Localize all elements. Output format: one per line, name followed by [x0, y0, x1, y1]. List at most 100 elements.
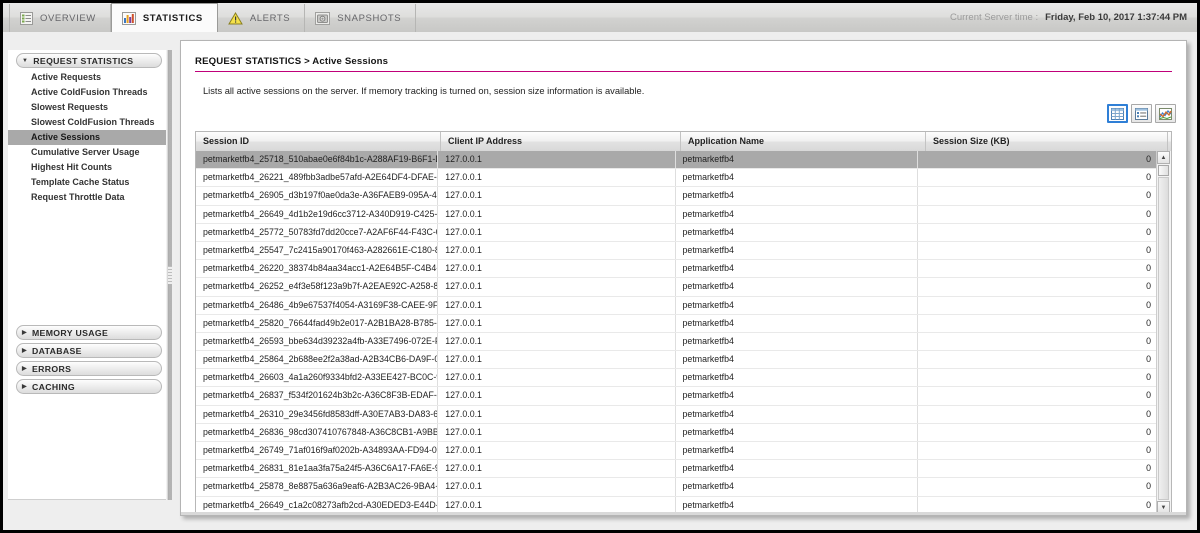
list-report-icon — [20, 11, 33, 25]
table-row[interactable]: petmarketfb4_26252_e4f3e58f123a9b7f-A2EA… — [196, 278, 1157, 297]
cell-application-name: petmarketfb4 — [676, 205, 918, 223]
cell-session-size: 0 — [1146, 190, 1152, 201]
cell-application-name: petmarketfb4 — [676, 332, 918, 351]
breadcrumb: REQUEST STATISTICS > Active Sessions — [195, 56, 1172, 72]
sidebar-item-cumulative-server-usage[interactable]: Cumulative Server Usage — [8, 145, 166, 160]
sidebar-section-errors[interactable]: ▶ ERRORS — [16, 361, 162, 376]
cell-session-id: petmarketfb4_26831_81e1aa3fa75a24f5-A36C… — [196, 460, 439, 478]
table-row[interactable]: petmarketfb4_26310_29e3456fd8583dff-A30E… — [196, 405, 1157, 424]
column-header-session-id[interactable]: Session ID — [196, 132, 441, 151]
table-row[interactable]: petmarketfb4_26837_f534f201624b3b2c-A36C… — [196, 387, 1157, 406]
cell-client-ip-address: 127.0.0.1 — [438, 442, 676, 460]
table-row[interactable]: petmarketfb4_25772_50783fd7dd20cce7-A2AF… — [196, 223, 1157, 242]
grid-view-button[interactable] — [1107, 104, 1128, 123]
cell-application-name: petmarketfb4 — [676, 442, 918, 460]
cell-session-size: 0 — [1146, 172, 1152, 183]
column-header-session-size[interactable]: Session Size (KB) — [926, 132, 1168, 151]
tab-overview[interactable]: OVERVIEW — [9, 4, 111, 32]
cell-session-size: 0 — [1146, 154, 1152, 164]
list-view-button[interactable] — [1131, 104, 1152, 123]
chevron-right-icon: ▶ — [22, 383, 27, 390]
main-tab-bar: OVERVIEW STATISTICS ALERTS SNAPSHOTS Cur… — [3, 3, 1197, 33]
table-row[interactable]: petmarketfb4_25820_76644fad49b2e017-A2B1… — [196, 314, 1157, 333]
cell-session-size: 0 — [1146, 244, 1152, 255]
column-header-client-ip-address[interactable]: Client IP Address — [441, 132, 681, 151]
cell-application-name: petmarketfb4 — [676, 369, 918, 387]
table-row[interactable]: petmarketfb4_26221_489fbb3adbe57afd-A2E6… — [196, 169, 1157, 188]
sidebar-item-slowest-requests[interactable]: Slowest Requests — [8, 100, 166, 115]
table-row[interactable]: petmarketfb4_26905_d3b197f0ae0da3e-A36FA… — [196, 187, 1157, 206]
cell-session-size: 0 — [1146, 426, 1152, 437]
table-row[interactable]: petmarketfb4_26593_bbe634d39232a4fb-A33E… — [196, 332, 1157, 352]
sidebar-item-highest-hit-counts[interactable]: Highest Hit Counts — [8, 160, 166, 175]
cell-session-id: petmarketfb4_26486_4b9e67537f4054-A3169F… — [196, 296, 439, 314]
cell-application-name: petmarketfb4 — [676, 351, 918, 369]
cell-session-size: 0 — [1146, 390, 1152, 401]
table-row[interactable]: petmarketfb4_26220_38374b84aa34acc1-A2E6… — [196, 260, 1157, 279]
table-row[interactable]: petmarketfb4_26749_71af016f9af0202b-A348… — [196, 442, 1157, 461]
tab-alerts[interactable]: ALERTS — [218, 4, 306, 32]
list-icon — [1135, 107, 1148, 120]
tab-statistics[interactable]: STATISTICS — [110, 3, 218, 32]
sidebar-section-request-statistics[interactable]: ▼ REQUEST STATISTICS — [16, 53, 162, 68]
column-header-application-name[interactable]: Application Name — [681, 132, 926, 151]
sidebar-item-template-cache-status[interactable]: Template Cache Status — [8, 175, 166, 190]
cell-client-ip-address: 127.0.0.1 — [438, 151, 676, 169]
chevron-down-icon: ▼ — [22, 57, 29, 64]
table-row[interactable]: petmarketfb4_25864_2b688ee2f2a38ad-A2B34… — [196, 351, 1157, 370]
sidebar-section-title: REQUEST STATISTICS — [33, 55, 134, 66]
table-vertical-scrollbar[interactable]: ▲ ▼ — [1156, 151, 1171, 514]
server-time: Current Server time : Friday, Feb 10, 20… — [950, 3, 1187, 31]
table-row[interactable]: petmarketfb4_25718_510abae0e6f84b1c-A288… — [196, 151, 1157, 170]
cell-application-name: petmarketfb4 — [676, 260, 918, 278]
cell-application-name: petmarketfb4 — [676, 169, 918, 187]
table-row[interactable]: petmarketfb4_26603_4a1a260f9334bfd2-A33E… — [196, 369, 1157, 388]
cell-client-ip-address: 127.0.0.1 — [438, 332, 676, 351]
sidebar-section-database[interactable]: ▶ DATABASE — [16, 343, 162, 358]
cell-client-ip-address: 127.0.0.1 — [438, 223, 676, 241]
cell-session-size: 0 — [1146, 226, 1152, 237]
chart-view-button[interactable] — [1155, 104, 1176, 123]
table-row[interactable]: petmarketfb4_25878_8e8875a636a9eaf6-A2B3… — [196, 478, 1157, 497]
sidebar-splitter[interactable] — [166, 50, 175, 500]
table-body: petmarketfb4_25718_510abae0e6f84b1c-A288… — [196, 151, 1157, 514]
scroll-up-arrow-icon[interactable]: ▲ — [1157, 151, 1170, 164]
cell-session-size: 0 — [1146, 354, 1152, 365]
sidebar-item-request-throttle-data[interactable]: Request Throttle Data — [8, 190, 166, 205]
cell-client-ip-address: 127.0.0.1 — [438, 205, 676, 223]
cell-session-size: 0 — [1146, 335, 1152, 346]
table-row[interactable]: petmarketfb4_25547_7c2415a90170f463-A282… — [196, 241, 1157, 261]
table-header-row: Session ID Client IP Address Application… — [196, 132, 1171, 152]
table-row[interactable]: petmarketfb4_26836_98cd307410767848-A36C… — [196, 423, 1157, 442]
cell-session-size: 0 — [1146, 408, 1152, 419]
tab-snapshots[interactable]: SNAPSHOTS — [305, 4, 417, 32]
sessions-table: Session ID Client IP Address Application… — [195, 131, 1172, 514]
cell-session-size: 0 — [1146, 208, 1152, 219]
cell-application-name: petmarketfb4 — [676, 478, 918, 496]
view-toggle-group — [1107, 104, 1176, 123]
sidebar-section-title: CACHING — [31, 381, 75, 392]
scrollbar-track[interactable] — [1158, 177, 1169, 500]
table-row[interactable]: petmarketfb4_26831_81e1aa3fa75a24f5-A36C… — [196, 460, 1157, 479]
cell-session-size: 0 — [1146, 463, 1152, 474]
camera-icon — [315, 11, 331, 25]
sidebar-item-active-sessions[interactable]: Active Sessions — [8, 130, 166, 145]
tab-alerts-label: ALERTS — [249, 12, 291, 24]
tab-overview-label: OVERVIEW — [40, 12, 96, 24]
table-row[interactable]: petmarketfb4_26649_4d1b2e19d6cc3712-A340… — [196, 205, 1157, 224]
sidebar-section-title: DATABASE — [31, 345, 82, 356]
sidebar-section-caching[interactable]: ▶ CACHING — [16, 379, 162, 394]
sidebar-item-slowest-coldfusion-threads[interactable]: Slowest ColdFusion Threads — [8, 115, 166, 130]
sidebar-item-active-requests[interactable]: Active Requests — [8, 70, 166, 85]
cell-session-size: 0 — [1146, 281, 1152, 292]
table-row[interactable]: petmarketfb4_26486_4b9e67537f4054-A3169F… — [196, 296, 1157, 315]
cell-session-size: 0 — [1146, 317, 1152, 328]
chevron-right-icon: ▶ — [22, 329, 27, 336]
cell-session-id: petmarketfb4_26252_e4f3e58f123a9b7f-A2EA… — [196, 278, 439, 296]
scrollbar-thumb[interactable] — [1158, 165, 1169, 176]
splitter-grip-icon — [168, 266, 172, 284]
cell-session-size: 0 — [1146, 481, 1152, 492]
sidebar-section-memory-usage[interactable]: ▶ MEMORY USAGE — [16, 325, 162, 340]
sidebar-item-active-coldfusion-threads[interactable]: Active ColdFusion Threads — [8, 85, 166, 100]
cell-client-ip-address: 127.0.0.1 — [438, 423, 676, 441]
